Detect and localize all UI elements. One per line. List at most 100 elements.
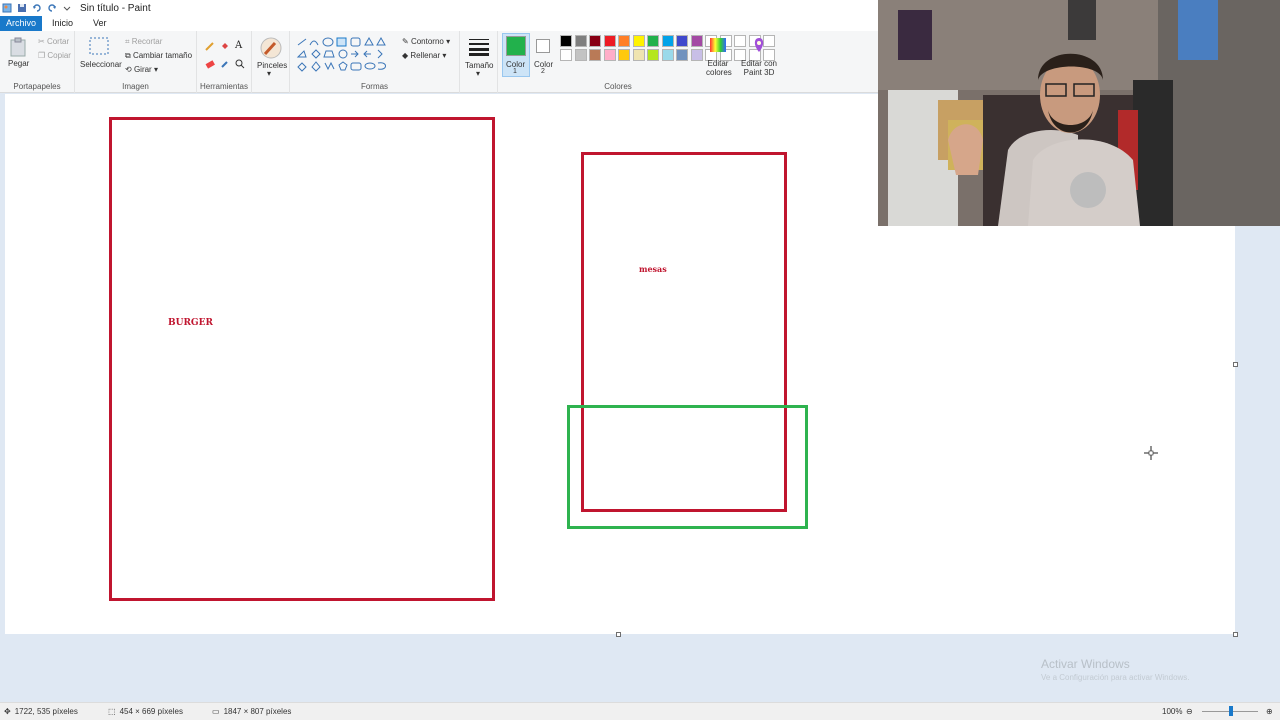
palette-swatch[interactable] (676, 49, 688, 61)
paint-app-icon (2, 3, 12, 13)
green-selection-rectangle (567, 405, 808, 529)
palette-swatch[interactable] (560, 49, 572, 61)
shapes-group-label: Formas (360, 82, 389, 91)
palette-swatch[interactable] (574, 49, 587, 61)
palette-swatch[interactable] (603, 35, 616, 47)
palette-swatch[interactable] (618, 35, 630, 47)
brushes-chevron-icon[interactable]: ▾ (267, 69, 271, 78)
windows-activation-watermark: Activar Windows Ve a Configuración para … (1041, 657, 1190, 682)
colors-group-label: Colores (604, 82, 632, 91)
palette-swatch[interactable] (618, 49, 630, 61)
size-group: Tamaño ▾ (460, 31, 498, 93)
save-icon[interactable] (17, 3, 27, 13)
shapes-group: ✎ Contorno ▾ ◆ Rellenar ▾ Formas (290, 31, 460, 93)
clipboard-group: Pegar ✂ Cortar ❐ Copiar Portapapeles (0, 31, 75, 93)
magnifier-icon[interactable] (235, 59, 245, 72)
zoom-in-icon[interactable]: ⊕ (1266, 707, 1273, 716)
resize-button[interactable]: ⧉ Cambiar tamaño (125, 51, 192, 61)
image-group-label: Imagen (122, 82, 149, 91)
cursor-position-icon: ✥ (4, 707, 11, 716)
outline-button[interactable]: ✎ Contorno ▾ (402, 37, 450, 46)
copy-icon: ❐ (38, 51, 48, 60)
outline-icon: ✎ (402, 37, 411, 46)
color1-swatch[interactable] (506, 36, 526, 56)
zoom-level: 100% (1162, 707, 1183, 716)
color2-number: 2 (541, 68, 545, 75)
image-size-icon: ▭ (212, 707, 220, 716)
edit-paint3d-button[interactable]: Editar con Paint 3D (740, 59, 778, 77)
palette-swatch[interactable] (603, 49, 616, 61)
palette-swatch[interactable] (589, 49, 601, 61)
text-tool-icon[interactable]: A (235, 40, 242, 51)
canvas-resize-handle-corner[interactable] (1233, 632, 1238, 637)
cut-button[interactable]: ✂ Cortar (38, 37, 69, 46)
line-size-icon[interactable] (469, 38, 489, 59)
tab-inicio[interactable]: Inicio (42, 16, 83, 31)
palette-swatch[interactable] (690, 35, 703, 47)
crop-icon: ⌗ (125, 37, 132, 46)
palette-swatch[interactable] (676, 35, 688, 47)
rotate-icon: ⟲ (125, 65, 134, 74)
zoom-out-icon[interactable]: ⊖ (1186, 707, 1193, 716)
eraser-icon[interactable] (205, 59, 215, 72)
size-chevron-icon[interactable]: ▾ (476, 69, 480, 78)
palette-swatch[interactable] (632, 35, 645, 47)
color2-swatch[interactable] (536, 39, 550, 53)
cursor-position: ✥ 1722, 535 píxeles (4, 707, 78, 716)
tools-group-label: Herramientas (199, 82, 248, 91)
rotate-button[interactable]: ⟲ Girar ▾ (125, 65, 158, 74)
watermark-title: Activar Windows (1041, 657, 1130, 671)
palette-swatch[interactable] (647, 49, 659, 61)
brush-icon[interactable] (260, 37, 282, 62)
select-icon[interactable] (89, 37, 109, 58)
edit-colors-icon[interactable] (709, 37, 727, 56)
selection-size-icon: ⬚ (108, 707, 116, 716)
palette-swatch-custom[interactable] (734, 35, 746, 47)
color1-number: 1 (513, 68, 517, 75)
tab-ver[interactable]: Ver (83, 16, 117, 31)
palette-swatch[interactable] (560, 35, 572, 47)
zoom-slider-thumb[interactable] (1229, 706, 1233, 716)
palette-swatch[interactable] (661, 35, 674, 47)
fill-button[interactable]: ◆ Rellenar ▾ (402, 51, 446, 60)
customize-toolbar-chevron-icon[interactable] (62, 3, 72, 13)
fill-bucket-icon[interactable] (220, 41, 230, 54)
brushes-group: Pinceles ▾ (252, 31, 290, 93)
color-picker-icon[interactable] (220, 59, 230, 72)
selection-size: ⬚ 454 × 669 píxeles (108, 707, 183, 716)
select-button[interactable]: Seleccionar (80, 60, 122, 69)
scissors-icon: ✂ (38, 37, 47, 46)
palette-swatch[interactable] (647, 35, 659, 47)
window-title: Sin título - Paint (80, 2, 151, 14)
crop-button[interactable]: ⌗ Recortar (125, 37, 162, 47)
clipboard-group-label: Portapapeles (13, 82, 61, 91)
shapes-gallery[interactable] (296, 36, 396, 76)
palette-swatch[interactable] (632, 49, 645, 61)
brushes-button[interactable]: Pinceles (257, 61, 287, 70)
watermark-subtitle: Ve a Configuración para activar Windows. (1041, 673, 1190, 682)
tab-archivo[interactable]: Archivo (0, 16, 43, 31)
palette-swatch[interactable] (690, 49, 703, 61)
burger-rectangle (109, 117, 495, 601)
status-bar: ✥ 1722, 535 píxeles ⬚ 454 × 669 píxeles … (0, 702, 1280, 720)
canvas-resize-handle-right[interactable] (1233, 362, 1238, 367)
paste-icon[interactable] (9, 37, 27, 60)
paste-button[interactable]: Pegar (8, 59, 29, 68)
edit-colors-button[interactable]: Editar colores (706, 59, 732, 77)
colors-group: Color 1 Color 2 Editar colores Editar co… (498, 31, 778, 93)
burger-label: BURGER (168, 318, 213, 328)
palette-swatch[interactable] (574, 35, 587, 47)
paint3d-icon[interactable] (752, 37, 766, 56)
undo-icon[interactable] (32, 3, 42, 13)
image-group: Seleccionar ⌗ Recortar ⧉ Cambiar tamaño … (75, 31, 197, 93)
palette-swatch[interactable] (661, 49, 674, 61)
resize-icon: ⧉ (125, 51, 133, 60)
redo-icon[interactable] (47, 3, 57, 13)
copy-button[interactable]: ❐ Copiar (38, 51, 71, 60)
palette-swatch[interactable] (589, 35, 601, 47)
pencil-icon[interactable] (205, 41, 215, 54)
webcam-overlay (878, 0, 1280, 226)
canvas-resize-handle-bottom[interactable] (616, 632, 621, 637)
quick-access-toolbar (0, 3, 72, 13)
mesas-label: mesas (639, 264, 667, 274)
